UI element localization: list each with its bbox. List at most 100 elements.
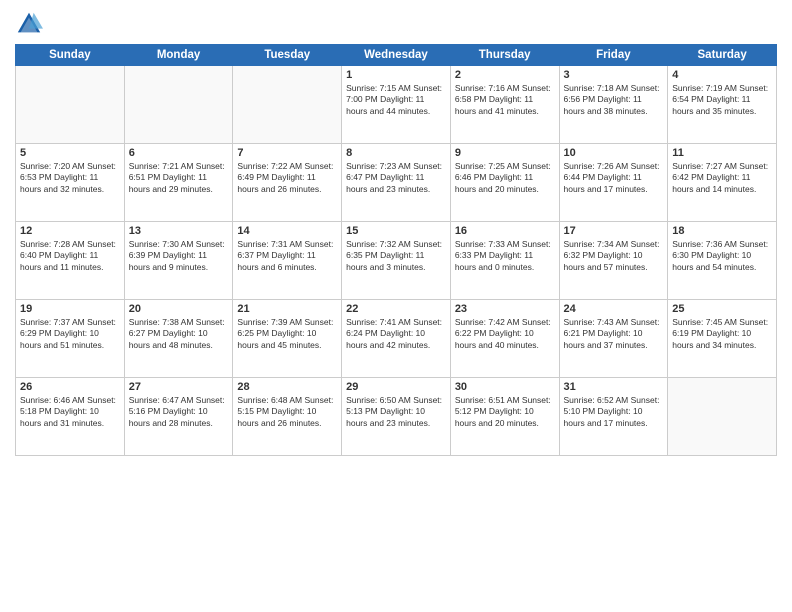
day-cell: 22 Sunrise: 7:41 AM Sunset: 6:24 PM Dayli… <box>342 300 451 378</box>
day-info: Sunrise: 7:21 AM Sunset: 6:51 PM Dayligh… <box>129 161 229 195</box>
day-number: 2 <box>455 69 555 81</box>
day-header-thursday: Thursday <box>450 45 559 66</box>
day-cell <box>668 378 777 456</box>
day-cell: 9 Sunrise: 7:25 AM Sunset: 6:46 PM Daylig… <box>450 144 559 222</box>
day-info: Sunrise: 7:38 AM Sunset: 6:27 PM Dayligh… <box>129 317 229 351</box>
day-cell: 7 Sunrise: 7:22 AM Sunset: 6:49 PM Daylig… <box>233 144 342 222</box>
day-number: 10 <box>564 147 664 159</box>
day-cell: 1Sunrise: 7:15 AM Sunset: 7:00 PM Daylig… <box>342 66 451 144</box>
week-row-1: 5 Sunrise: 7:20 AM Sunset: 6:53 PM Daylig… <box>16 144 777 222</box>
day-number: 12 <box>20 225 120 237</box>
day-info: Sunrise: 7:25 AM Sunset: 6:46 PM Dayligh… <box>455 161 555 195</box>
day-number: 27 <box>129 381 229 393</box>
day-info: Sunrise: 6:51 AM Sunset: 5:12 PM Dayligh… <box>455 395 555 429</box>
day-number: 14 <box>237 225 337 237</box>
day-header-sunday: Sunday <box>16 45 125 66</box>
day-info: Sunrise: 6:48 AM Sunset: 5:15 PM Dayligh… <box>237 395 337 429</box>
day-cell: 4Sunrise: 7:19 AM Sunset: 6:54 PM Daylig… <box>668 66 777 144</box>
day-cell: 10 Sunrise: 7:26 AM Sunset: 6:44 PM Dayli… <box>559 144 668 222</box>
day-number: 13 <box>129 225 229 237</box>
day-number: 26 <box>20 381 120 393</box>
day-cell: 28 Sunrise: 6:48 AM Sunset: 5:15 PM Dayli… <box>233 378 342 456</box>
day-cell <box>124 66 233 144</box>
day-header-wednesday: Wednesday <box>342 45 451 66</box>
day-info: Sunrise: 7:39 AM Sunset: 6:25 PM Dayligh… <box>237 317 337 351</box>
day-cell: 15Sunrise: 7:32 AM Sunset: 6:35 PM Dayli… <box>342 222 451 300</box>
day-number: 1 <box>346 69 446 81</box>
day-cell: 5 Sunrise: 7:20 AM Sunset: 6:53 PM Daylig… <box>16 144 125 222</box>
day-cell: 12Sunrise: 7:28 AM Sunset: 6:40 PM Dayli… <box>16 222 125 300</box>
header-row: SundayMondayTuesdayWednesdayThursdayFrid… <box>16 45 777 66</box>
day-info: Sunrise: 7:43 AM Sunset: 6:21 PM Dayligh… <box>564 317 664 351</box>
logo <box>15 10 47 38</box>
day-number: 25 <box>672 303 772 315</box>
week-row-2: 12Sunrise: 7:28 AM Sunset: 6:40 PM Dayli… <box>16 222 777 300</box>
day-info: Sunrise: 7:37 AM Sunset: 6:29 PM Dayligh… <box>20 317 120 351</box>
day-info: Sunrise: 7:36 AM Sunset: 6:30 PM Dayligh… <box>672 239 772 273</box>
day-cell: 16 Sunrise: 7:33 AM Sunset: 6:33 PM Dayli… <box>450 222 559 300</box>
day-number: 17 <box>564 225 664 237</box>
day-number: 21 <box>237 303 337 315</box>
week-row-3: 19 Sunrise: 7:37 AM Sunset: 6:29 PM Dayli… <box>16 300 777 378</box>
day-header-monday: Monday <box>124 45 233 66</box>
day-number: 6 <box>129 147 229 159</box>
day-info: Sunrise: 7:22 AM Sunset: 6:49 PM Dayligh… <box>237 161 337 195</box>
day-number: 31 <box>564 381 664 393</box>
day-info: Sunrise: 6:46 AM Sunset: 5:18 PM Dayligh… <box>20 395 120 429</box>
day-cell: 3 Sunrise: 7:18 AM Sunset: 6:56 PM Daylig… <box>559 66 668 144</box>
day-cell: 30 Sunrise: 6:51 AM Sunset: 5:12 PM Dayli… <box>450 378 559 456</box>
day-number: 3 <box>564 69 664 81</box>
day-cell <box>233 66 342 144</box>
day-info: Sunrise: 7:45 AM Sunset: 6:19 PM Dayligh… <box>672 317 772 351</box>
day-cell: 17 Sunrise: 7:34 AM Sunset: 6:32 PM Dayli… <box>559 222 668 300</box>
day-info: Sunrise: 6:50 AM Sunset: 5:13 PM Dayligh… <box>346 395 446 429</box>
day-cell: 13Sunrise: 7:30 AM Sunset: 6:39 PM Dayli… <box>124 222 233 300</box>
day-info: Sunrise: 7:26 AM Sunset: 6:44 PM Dayligh… <box>564 161 664 195</box>
day-header-saturday: Saturday <box>668 45 777 66</box>
day-number: 23 <box>455 303 555 315</box>
day-cell: 23 Sunrise: 7:42 AM Sunset: 6:22 PM Dayli… <box>450 300 559 378</box>
day-number: 9 <box>455 147 555 159</box>
day-info: Sunrise: 7:34 AM Sunset: 6:32 PM Dayligh… <box>564 239 664 273</box>
day-number: 16 <box>455 225 555 237</box>
day-cell: 29 Sunrise: 6:50 AM Sunset: 5:13 PM Dayli… <box>342 378 451 456</box>
week-row-4: 26 Sunrise: 6:46 AM Sunset: 5:18 PM Dayli… <box>16 378 777 456</box>
day-info: Sunrise: 7:31 AM Sunset: 6:37 PM Dayligh… <box>237 239 337 273</box>
day-info: Sunrise: 6:52 AM Sunset: 5:10 PM Dayligh… <box>564 395 664 429</box>
day-number: 8 <box>346 147 446 159</box>
day-number: 15 <box>346 225 446 237</box>
day-info: Sunrise: 7:41 AM Sunset: 6:24 PM Dayligh… <box>346 317 446 351</box>
day-info: Sunrise: 6:47 AM Sunset: 5:16 PM Dayligh… <box>129 395 229 429</box>
header <box>15 10 777 38</box>
day-number: 7 <box>237 147 337 159</box>
day-info: Sunrise: 7:23 AM Sunset: 6:47 PM Dayligh… <box>346 161 446 195</box>
logo-icon <box>15 10 43 38</box>
day-number: 20 <box>129 303 229 315</box>
day-cell: 24 Sunrise: 7:43 AM Sunset: 6:21 PM Dayli… <box>559 300 668 378</box>
day-cell: 8 Sunrise: 7:23 AM Sunset: 6:47 PM Daylig… <box>342 144 451 222</box>
day-number: 11 <box>672 147 772 159</box>
day-info: Sunrise: 7:20 AM Sunset: 6:53 PM Dayligh… <box>20 161 120 195</box>
day-cell: 11 Sunrise: 7:27 AM Sunset: 6:42 PM Dayli… <box>668 144 777 222</box>
day-cell: 27 Sunrise: 6:47 AM Sunset: 5:16 PM Dayli… <box>124 378 233 456</box>
day-number: 30 <box>455 381 555 393</box>
day-number: 24 <box>564 303 664 315</box>
week-row-0: 1Sunrise: 7:15 AM Sunset: 7:00 PM Daylig… <box>16 66 777 144</box>
day-number: 22 <box>346 303 446 315</box>
day-number: 29 <box>346 381 446 393</box>
calendar-page: SundayMondayTuesdayWednesdayThursdayFrid… <box>0 0 792 612</box>
day-number: 19 <box>20 303 120 315</box>
day-cell: 6 Sunrise: 7:21 AM Sunset: 6:51 PM Daylig… <box>124 144 233 222</box>
day-number: 28 <box>237 381 337 393</box>
day-cell: 26 Sunrise: 6:46 AM Sunset: 5:18 PM Dayli… <box>16 378 125 456</box>
day-number: 5 <box>20 147 120 159</box>
day-header-tuesday: Tuesday <box>233 45 342 66</box>
calendar-table: SundayMondayTuesdayWednesdayThursdayFrid… <box>15 44 777 456</box>
day-info: Sunrise: 7:33 AM Sunset: 6:33 PM Dayligh… <box>455 239 555 273</box>
day-info: Sunrise: 7:42 AM Sunset: 6:22 PM Dayligh… <box>455 317 555 351</box>
day-info: Sunrise: 7:27 AM Sunset: 6:42 PM Dayligh… <box>672 161 772 195</box>
day-cell: 14 Sunrise: 7:31 AM Sunset: 6:37 PM Dayli… <box>233 222 342 300</box>
day-number: 18 <box>672 225 772 237</box>
day-cell: 19 Sunrise: 7:37 AM Sunset: 6:29 PM Dayli… <box>16 300 125 378</box>
day-info: Sunrise: 7:18 AM Sunset: 6:56 PM Dayligh… <box>564 83 664 117</box>
